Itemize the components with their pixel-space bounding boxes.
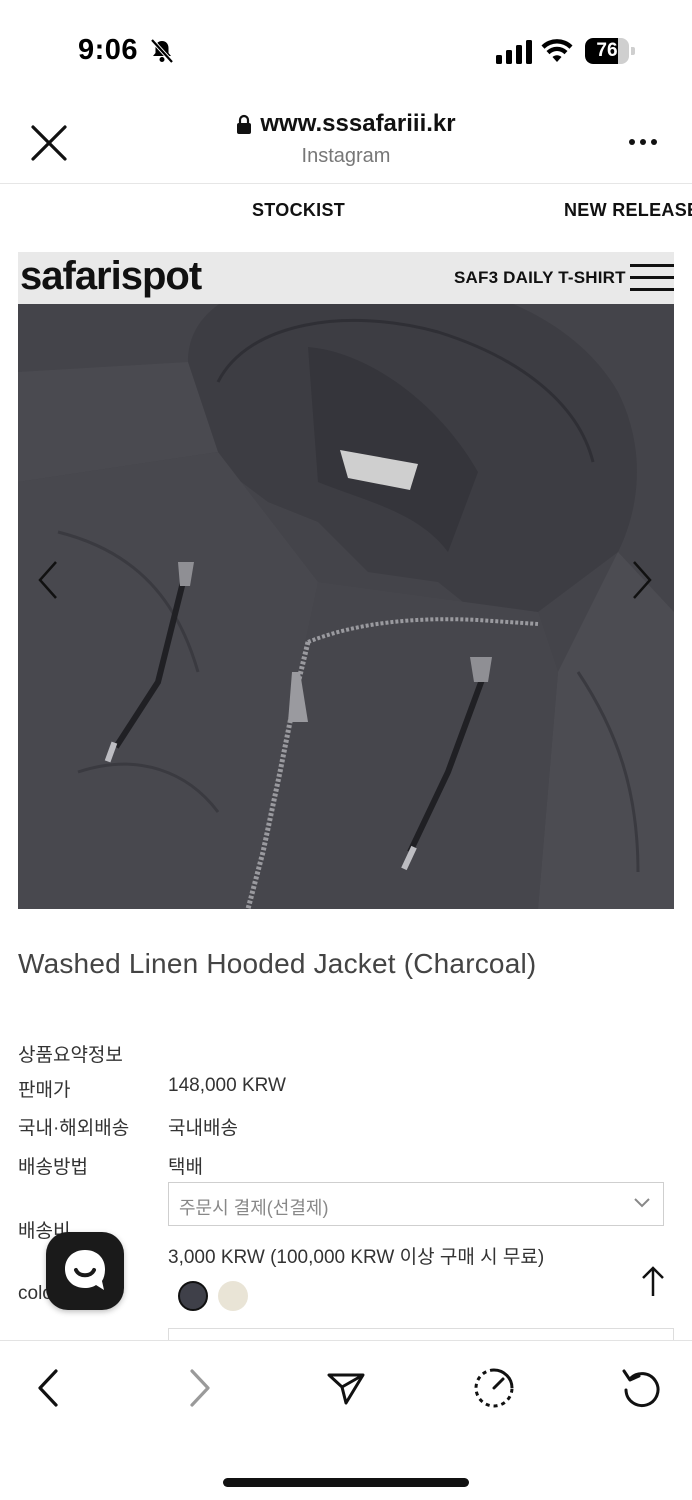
browser-header: www.sssafariii.kr Instagram (0, 100, 692, 184)
browser-toolbar (0, 1340, 692, 1500)
status-time: 9:06 (78, 34, 139, 66)
lock-icon (237, 114, 252, 134)
arrow-up-icon[interactable] (640, 1266, 666, 1298)
url-text: www.sssafariii.kr (260, 110, 456, 137)
shipping-fee-select[interactable]: 주문시 결제(선결제) (168, 1182, 664, 1226)
nav-item-new-release[interactable]: NEW RELEASE (564, 200, 692, 221)
more-icon[interactable] (628, 136, 658, 148)
nav-item-stockist[interactable]: STOCKIST (252, 200, 345, 221)
product-title: Washed Linen Hooded Jacket (Charcoal) (18, 948, 537, 979)
banner-text[interactable]: SAF3 DAILY T-SHIRT (454, 268, 626, 288)
menu-icon[interactable] (630, 262, 674, 294)
carousel-prev-icon[interactable] (36, 560, 60, 600)
speed-icon[interactable] (473, 1367, 515, 1409)
ship-method-label: 배송방법 (18, 1157, 88, 1178)
price-label: 판매가 (18, 1080, 71, 1101)
battery-level: 76 (596, 40, 618, 61)
chevron-down-icon (634, 1198, 650, 1208)
price-value: 148,000 KRW (168, 1075, 286, 1096)
color-swatch-charcoal[interactable] (178, 1281, 208, 1311)
address-bar[interactable]: www.sssafariii.kr Instagram (0, 110, 692, 168)
wifi-icon (541, 39, 573, 62)
chat-icon (65, 1250, 105, 1290)
product-image (18, 252, 674, 909)
brand-logo[interactable]: safarispot (20, 254, 202, 299)
carousel-next-icon[interactable] (630, 560, 654, 600)
ship-scope-value: 국내배송 (168, 1118, 238, 1139)
summary-label: 상품요약정보 (18, 1045, 123, 1066)
home-indicator[interactable] (223, 1478, 469, 1487)
ship-fee-value: 3,000 KRW (100,000 KRW 이상 구매 시 무료) (168, 1247, 545, 1268)
bell-off-icon (150, 38, 174, 64)
product-image-carousel[interactable]: safarispot SAF3 DAILY T-SHIRT (18, 252, 674, 909)
ship-scope-label: 국내·해외배송 (18, 1118, 130, 1139)
ship-method-value: 택배 (168, 1157, 203, 1178)
back-icon[interactable] (28, 1367, 70, 1409)
send-icon[interactable] (325, 1367, 367, 1409)
chat-button[interactable] (46, 1232, 124, 1310)
reload-icon[interactable] (620, 1367, 662, 1409)
signal-icon (496, 40, 532, 64)
forward-icon[interactable] (178, 1367, 220, 1409)
site-nav: STOCKIST NEW RELEASE (0, 185, 692, 237)
shipping-fee-select-value: 주문시 결제(선결제) (179, 1198, 329, 1218)
status-bar: 9:06 76 (0, 0, 692, 100)
color-swatch-ivory[interactable] (218, 1281, 248, 1311)
url-source: Instagram (301, 145, 391, 167)
battery-indicator: 76 (585, 38, 635, 64)
